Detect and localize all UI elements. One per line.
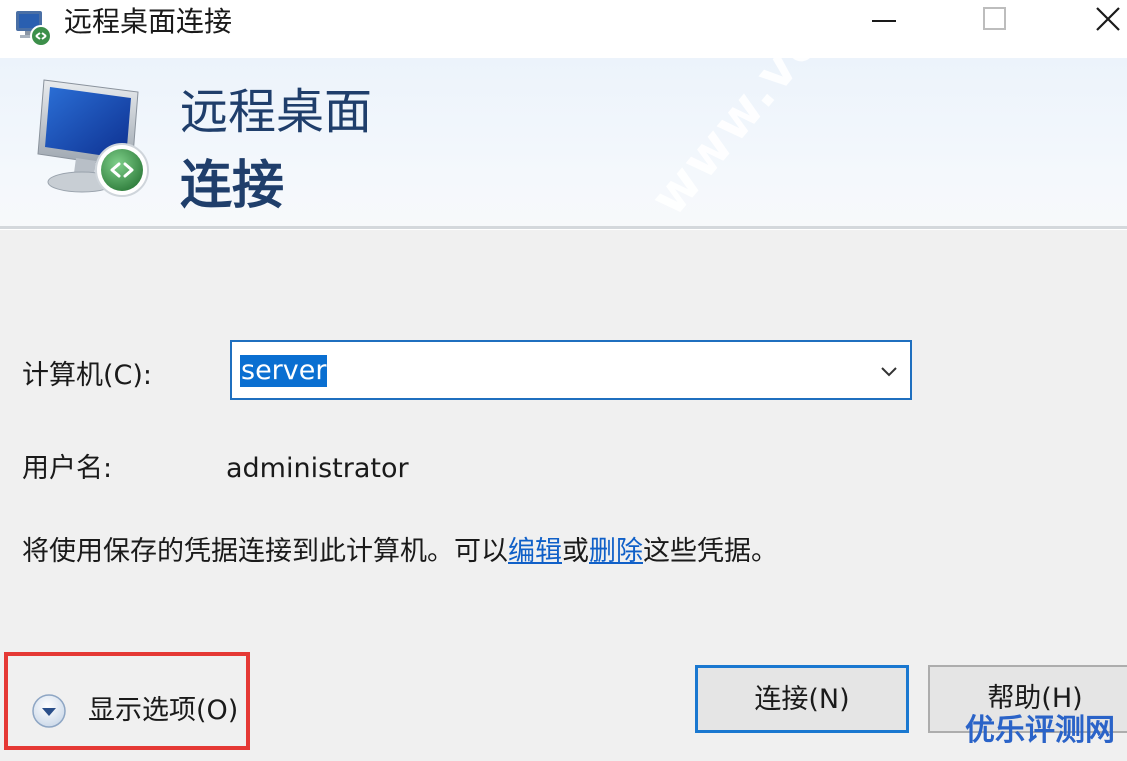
credentials-info: 将使用保存的凭据连接到此计算机。可以编辑或删除这些凭据。: [22, 535, 778, 569]
connect-button[interactable]: 连接(N): [695, 665, 909, 733]
maximize-button[interactable]: [966, 0, 1024, 40]
chevron-down-icon[interactable]: [876, 358, 902, 384]
window-title: 远程桌面连接: [64, 5, 233, 38]
computer-combobox[interactable]: server: [230, 340, 912, 400]
dialog-header: 远程桌面 连接: [0, 58, 1127, 226]
username-label: 用户名:: [22, 453, 113, 484]
title-bar[interactable]: 远程桌面连接: [0, 0, 1127, 58]
username-value: administrator: [226, 453, 409, 484]
computer-label: 计算机(C):: [22, 360, 153, 391]
computer-input[interactable]: server: [240, 355, 328, 387]
edit-credentials-link[interactable]: 编辑: [508, 536, 562, 567]
delete-credentials-link[interactable]: 删除: [589, 536, 643, 567]
corner-watermark: 优乐评测网: [965, 713, 1115, 748]
show-options-highlight[interactable]: 显示选项(O): [4, 652, 250, 750]
remote-desktop-icon: [14, 8, 54, 48]
expand-circle-icon[interactable]: [30, 692, 68, 730]
remote-desktop-monitor-icon: [30, 72, 165, 202]
remote-desktop-window: 远程桌面连接 远程桌面 连接 计算机(C): server 用户名: admin…: [0, 0, 1127, 761]
show-options-label[interactable]: 显示选项(O): [88, 694, 238, 728]
info-text-after: 这些凭据。: [643, 536, 778, 567]
close-button[interactable]: [1079, 0, 1127, 40]
header-title-line1: 远程桌面: [180, 84, 373, 140]
info-text-before: 将使用保存的凭据连接到此计算机。可以: [22, 536, 508, 567]
header-title-line2: 连接: [180, 156, 285, 216]
header-divider: [0, 226, 1127, 230]
info-text-or: 或: [562, 536, 589, 567]
